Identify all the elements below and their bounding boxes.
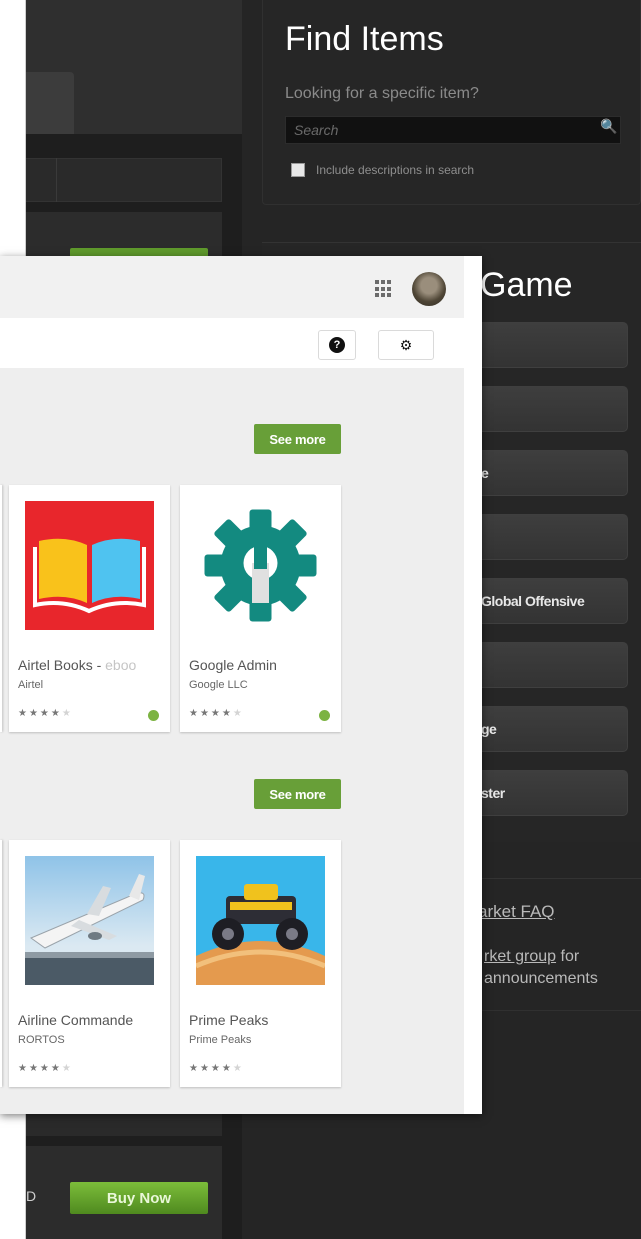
buy-now-button[interactable]: Buy Now <box>70 1182 208 1214</box>
game-filter-button[interactable] <box>476 642 628 688</box>
app-title: Google Admin <box>189 657 277 673</box>
prime-peaks-app-icon <box>196 856 325 985</box>
app-developer: Google LLC <box>189 679 248 691</box>
playstore-window: ? ⚙ See more Airtel Books - eboo Airtel … <box>0 256 482 1114</box>
app-developer: Prime Peaks <box>189 1034 252 1046</box>
google-admin-app-icon <box>196 501 325 630</box>
airline-commander-app-icon <box>25 856 154 985</box>
market-search-input[interactable] <box>285 116 621 144</box>
announcements-text: announcements <box>484 970 598 987</box>
market-faq-link[interactable]: arket FAQ <box>478 902 555 922</box>
app-rating-stars: ★★★★★ <box>189 708 244 719</box>
include-descriptions-checkbox[interactable] <box>291 163 305 177</box>
playstore-top-bar <box>0 256 464 318</box>
app-developer: RORTOS <box>18 1034 65 1046</box>
include-descriptions-label: Include descriptions in search <box>316 163 475 177</box>
find-items-title: Find Items <box>285 20 444 58</box>
app-title: Prime Peaks <box>189 1012 269 1028</box>
see-more-button[interactable]: See more <box>254 779 341 809</box>
market-table-header <box>0 158 222 202</box>
market-group-suffix: for <box>556 948 580 965</box>
app-card-partial[interactable] <box>0 840 2 1087</box>
search-icon[interactable]: 🔍 <box>600 118 620 140</box>
app-rating-stars: ★★★★★ <box>189 1063 244 1074</box>
table-divider <box>56 158 57 202</box>
app-card-prime-peaks[interactable]: Prime Peaks Prime Peaks ★★★★★ <box>180 840 341 1087</box>
market-listing-row[interactable] <box>0 1112 222 1136</box>
gear-icon: ⚙ <box>399 336 413 353</box>
market-group-link[interactable]: rket group <box>484 948 556 965</box>
see-more-button[interactable]: See more <box>254 424 341 454</box>
game-filter-button[interactable]: ge <box>476 706 628 752</box>
listing-price-fragment: D <box>26 1188 37 1204</box>
help-icon: ? <box>329 337 345 353</box>
installed-badge-icon <box>319 710 330 721</box>
app-developer: Airtel <box>18 679 44 691</box>
apps-grid-icon[interactable] <box>375 280 393 298</box>
background-window-edge <box>0 1114 26 1239</box>
app-rating-stars: ★★★★★ <box>18 1063 73 1074</box>
app-rating-stars: ★★★★★ <box>18 708 73 719</box>
game-filter-button[interactable]: ster <box>476 770 628 816</box>
app-card-airline-commander[interactable]: Airline Commande RORTOS ★★★★★ <box>9 840 170 1087</box>
playstore-content: See more Airtel Books - eboo Airtel ★★★★… <box>0 368 464 1114</box>
find-items-subtitle: Looking for a specific item? <box>285 85 479 102</box>
app-title: Airline Commande <box>18 1012 134 1028</box>
browse-game-title: Game <box>480 266 573 304</box>
game-filter-button[interactable] <box>476 386 628 432</box>
game-filter-button[interactable]: e <box>476 450 628 496</box>
airtel-books-app-icon <box>25 501 154 630</box>
background-window-edge <box>0 0 26 256</box>
app-card-partial[interactable] <box>0 485 2 732</box>
app-card-google-admin[interactable]: Google Admin Google LLC ★★★★★ <box>180 485 341 732</box>
app-card-airtel-books[interactable]: Airtel Books - eboo Airtel ★★★★★ <box>9 485 170 732</box>
game-filter-button-csgo[interactable]: Global Offensive <box>476 578 628 624</box>
account-avatar[interactable] <box>412 272 446 306</box>
game-filter-button[interactable] <box>476 514 628 560</box>
market-group-text: rket group for announcements <box>484 946 598 990</box>
app-title: Airtel Books - eboo <box>18 657 137 673</box>
settings-button[interactable]: ⚙ <box>378 330 434 360</box>
game-filter-button[interactable] <box>476 322 628 368</box>
installed-badge-icon <box>148 710 159 721</box>
help-button[interactable]: ? <box>318 330 356 360</box>
